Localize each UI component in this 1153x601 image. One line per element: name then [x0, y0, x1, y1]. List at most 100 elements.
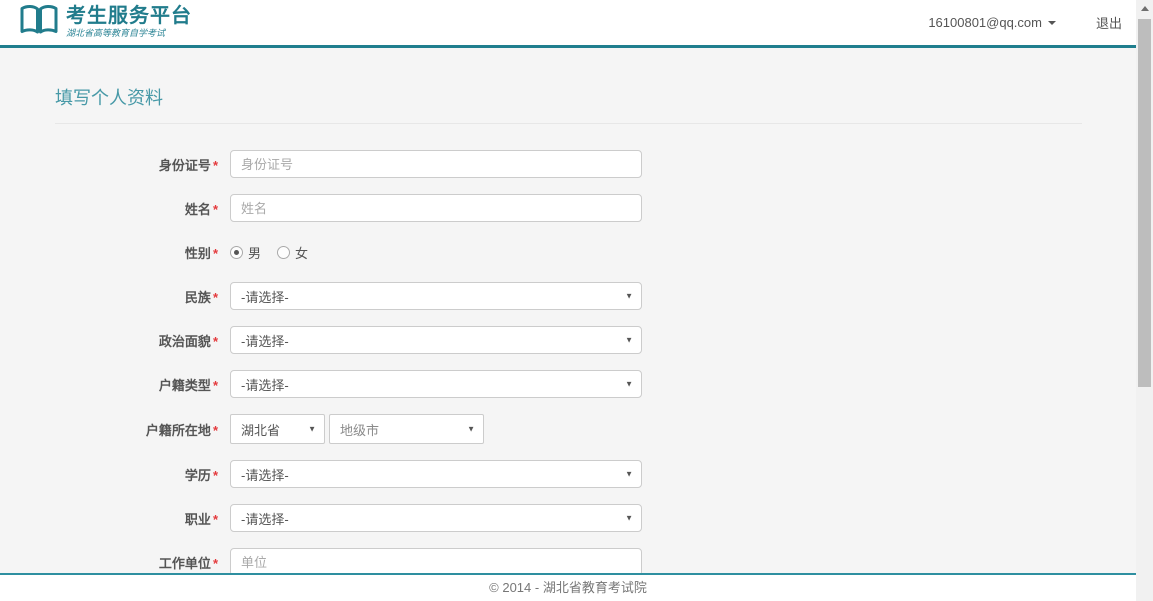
form-row-household-location: 户籍所在地* 湖北省 ▼ 地级市 ▼	[55, 414, 1082, 444]
ethnicity-select-value: -请选择-	[241, 287, 289, 306]
required-marker: *	[213, 246, 218, 261]
field-label-text: 职业	[185, 512, 211, 527]
gender-radio-group: 男女	[230, 243, 308, 262]
brand-title: 考生服务平台	[66, 6, 192, 27]
household-location-city-select-value: 地级市	[340, 420, 379, 439]
occupation-select-value: -请选择-	[241, 509, 289, 528]
title-divider	[55, 123, 1082, 124]
field-label-education: 学历*	[55, 465, 218, 484]
form-row-gender: 性别*男女	[55, 238, 1082, 266]
form-row-household-type: 户籍类型* -请选择- ▼	[55, 370, 1082, 398]
main-content: 填写个人资料 身份证号*姓名*性别*男女民族*-请选择-▼政治面貌*-请选择-▼…	[55, 84, 1082, 576]
field-control-household-location: 湖北省 ▼ 地级市 ▼	[230, 414, 484, 444]
brand: 考生服务平台 湖北省高等教育自学考试	[20, 4, 192, 41]
chevron-down-icon: ▼	[625, 336, 633, 345]
education-select-value: -请选择-	[241, 465, 289, 484]
field-control-name	[230, 194, 642, 222]
brand-text: 考生服务平台 湖北省高等教育自学考试	[66, 6, 192, 38]
chevron-down-icon: ▼	[467, 425, 475, 434]
gender-radio-female[interactable]	[277, 246, 290, 259]
scrollbar[interactable]	[1136, 0, 1153, 601]
page: 考生服务平台 湖北省高等教育自学考试 16100801@qq.com 退出 填写…	[0, 0, 1136, 601]
header: 考生服务平台 湖北省高等教育自学考试 16100801@qq.com 退出	[0, 0, 1136, 48]
field-label-occupation: 职业*	[55, 509, 218, 528]
ethnicity-select[interactable]: -请选择- ▼	[230, 282, 642, 310]
required-marker: *	[213, 202, 218, 217]
field-control-political-status: -请选择- ▼	[230, 326, 642, 354]
scroll-up-button[interactable]	[1136, 0, 1153, 17]
gender-option-male[interactable]: 男	[230, 243, 261, 262]
field-label-ethnicity: 民族*	[55, 287, 218, 306]
field-label-household-location: 户籍所在地*	[55, 420, 218, 439]
account-email: 16100801@qq.com	[928, 15, 1042, 30]
household-location-province-select-value: 湖北省	[241, 420, 280, 439]
footer: © 2014 - 湖北省教育考试院	[0, 573, 1136, 601]
page-title: 填写个人资料	[55, 84, 1082, 110]
field-label-text: 户籍类型	[159, 378, 211, 393]
gender-option-label: 男	[248, 243, 261, 262]
field-control-ethnicity: -请选择- ▼	[230, 282, 642, 310]
form-row-name: 姓名*	[55, 194, 1082, 222]
field-control-id-number	[230, 150, 642, 178]
scroll-up-arrow-icon	[1141, 6, 1149, 11]
education-select[interactable]: -请选择- ▼	[230, 460, 642, 488]
chevron-down-icon: ▼	[625, 380, 633, 389]
field-control-employer	[230, 548, 642, 576]
account-dropdown[interactable]: 16100801@qq.com	[928, 15, 1056, 30]
open-book-logo-icon	[20, 4, 58, 41]
field-label-text: 姓名	[185, 202, 211, 217]
field-label-employer: 工作单位*	[55, 553, 218, 572]
scrollbar-thumb[interactable]	[1138, 19, 1151, 387]
header-right: 16100801@qq.com 退出	[928, 13, 1122, 32]
form-row-employer: 工作单位*	[55, 548, 1082, 576]
logout-button[interactable]: 退出	[1096, 13, 1122, 32]
field-label-gender: 性别*	[55, 243, 218, 262]
required-marker: *	[213, 468, 218, 483]
field-control-occupation: -请选择-▼	[230, 504, 642, 532]
political-status-select[interactable]: -请选择- ▼	[230, 326, 642, 354]
occupation-select[interactable]: -请选择-▼	[230, 504, 642, 532]
id-number-input[interactable]	[230, 150, 642, 178]
required-marker: *	[213, 290, 218, 305]
field-label-text: 政治面貌	[159, 334, 211, 349]
field-label-text: 身份证号	[159, 158, 211, 173]
form-row-ethnicity: 民族* -请选择- ▼	[55, 282, 1082, 310]
field-label-name: 姓名*	[55, 199, 218, 218]
required-marker: *	[213, 556, 218, 571]
personal-info-form: 身份证号*姓名*性别*男女民族*-请选择-▼政治面貌*-请选择-▼户籍类型*-请…	[55, 150, 1082, 576]
gender-option-female[interactable]: 女	[277, 243, 308, 262]
field-control-education: -请选择- ▼	[230, 460, 642, 488]
employer-input[interactable]	[230, 548, 642, 576]
gender-option-label: 女	[295, 243, 308, 262]
brand-subtitle: 湖北省高等教育自学考试	[66, 29, 192, 38]
household-type-select-value: -请选择-	[241, 375, 289, 394]
household-type-select[interactable]: -请选择- ▼	[230, 370, 642, 398]
field-label-political-status: 政治面貌*	[55, 331, 218, 350]
required-marker: *	[213, 423, 218, 438]
required-marker: *	[213, 512, 218, 527]
form-row-occupation: 职业* -请选择-▼	[55, 504, 1082, 532]
required-marker: *	[213, 378, 218, 393]
field-label-text: 民族	[185, 290, 211, 305]
field-label-text: 学历	[185, 468, 211, 483]
form-row-id-number: 身份证号*	[55, 150, 1082, 178]
field-label-text: 工作单位	[159, 556, 211, 571]
footer-copyright: © 2014 - 湖北省教育考试院	[0, 575, 1136, 600]
field-label-text: 户籍所在地	[146, 423, 211, 438]
field-control-household-type: -请选择- ▼	[230, 370, 642, 398]
political-status-select-value: -请选择-	[241, 331, 289, 350]
form-row-education: 学历* -请选择- ▼	[55, 460, 1082, 488]
household-location-city-select[interactable]: 地级市 ▼	[329, 414, 484, 444]
chevron-down-icon: ▼	[308, 425, 316, 434]
chevron-down-icon	[1048, 21, 1056, 25]
required-marker: *	[213, 158, 218, 173]
field-control-gender: 男女	[230, 243, 308, 262]
gender-radio-male[interactable]	[230, 246, 243, 259]
household-location-province-select[interactable]: 湖北省 ▼	[230, 414, 325, 444]
required-marker: *	[213, 334, 218, 349]
chevron-down-icon: ▼	[625, 470, 633, 479]
chevron-down-icon: ▼	[625, 292, 633, 301]
name-input[interactable]	[230, 194, 642, 222]
field-label-id-number: 身份证号*	[55, 155, 218, 174]
form-row-political-status: 政治面貌* -请选择- ▼	[55, 326, 1082, 354]
